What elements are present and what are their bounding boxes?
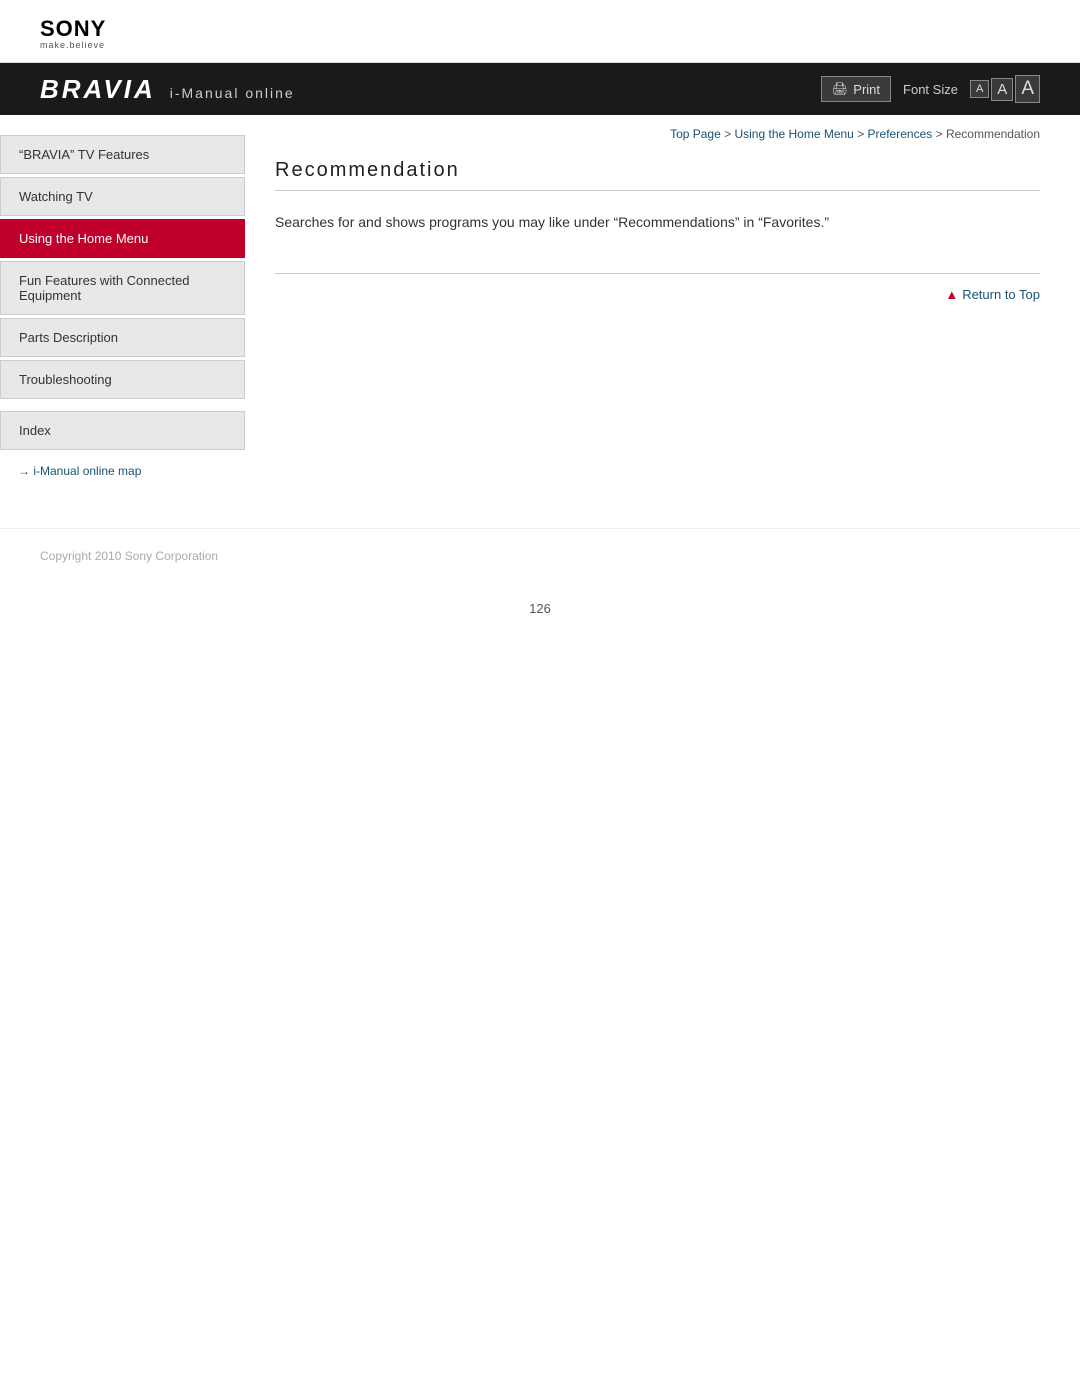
logo-area: SONY make.believe [0, 0, 1080, 63]
breadcrumb: Top Page > Using the Home Menu > Prefere… [275, 127, 1040, 141]
return-to-top-link[interactable]: ▲ Return to Top [945, 287, 1040, 302]
breadcrumb-sep1: > [724, 127, 734, 141]
print-button[interactable]: 🖨 Print [821, 76, 891, 102]
nav-bar: BRAVIA i-Manual online 🖨 Print Font Size… [0, 63, 1080, 115]
breadcrumb-sep2: > [857, 127, 867, 141]
sidebar-map-link[interactable]: → i-Manual online map [0, 464, 245, 478]
font-size-label: Font Size [903, 82, 958, 97]
imanual-map-link[interactable]: → i-Manual online map [18, 464, 141, 478]
print-label: Print [853, 82, 880, 97]
content-area: Top Page > Using the Home Menu > Prefere… [245, 115, 1080, 498]
font-size-large-button[interactable]: A [1015, 75, 1040, 103]
footer: Copyright 2010 Sony Corporation [0, 528, 1080, 581]
breadcrumb-sep3: > [936, 127, 946, 141]
print-icon: 🖨 [832, 81, 849, 97]
imanual-label: i-Manual online [170, 85, 295, 101]
sidebar-item-parts-description[interactable]: Parts Description [0, 318, 245, 357]
breadcrumb-top-page[interactable]: Top Page [670, 127, 721, 141]
sony-tagline: make.believe [40, 40, 1040, 50]
nav-bar-right: 🖨 Print Font Size A A A [821, 75, 1040, 103]
body-text: Searches for and shows programs you may … [275, 211, 1040, 233]
bravia-logo: BRAVIA [40, 74, 156, 105]
main-layout: “BRAVIA” TV Features Watching TV Using t… [0, 115, 1080, 498]
sidebar-item-bravia-features[interactable]: “BRAVIA” TV Features [0, 135, 245, 174]
copyright-text: Copyright 2010 Sony Corporation [40, 549, 218, 563]
map-link-arrow: → [18, 464, 30, 478]
return-top-area: ▲ Return to Top [275, 273, 1040, 302]
sidebar-item-using-home-menu[interactable]: Using the Home Menu [0, 219, 245, 258]
return-top-triangle-icon: ▲ [945, 287, 958, 302]
font-size-small-button[interactable]: A [970, 80, 989, 98]
page-number: 126 [0, 581, 1080, 636]
font-size-controls: A A A [970, 75, 1040, 103]
map-link-label: i-Manual online map [33, 464, 141, 478]
sony-logo: SONY [40, 18, 1040, 40]
font-size-medium-button[interactable]: A [991, 78, 1013, 101]
sidebar-item-index[interactable]: Index [0, 411, 245, 450]
sidebar: “BRAVIA” TV Features Watching TV Using t… [0, 115, 245, 498]
sidebar-item-watching-tv[interactable]: Watching TV [0, 177, 245, 216]
page-title: Recommendation [275, 159, 1040, 182]
page-title-section: Recommendation [275, 159, 1040, 191]
breadcrumb-preferences[interactable]: Preferences [868, 127, 933, 141]
nav-bar-left: BRAVIA i-Manual online [40, 74, 295, 105]
sidebar-item-troubleshooting[interactable]: Troubleshooting [0, 360, 245, 399]
sidebar-item-fun-features[interactable]: Fun Features with Connected Equipment [0, 261, 245, 315]
breadcrumb-using-home-menu[interactable]: Using the Home Menu [734, 127, 853, 141]
return-top-label: Return to Top [962, 287, 1040, 302]
breadcrumb-current: Recommendation [946, 127, 1040, 141]
